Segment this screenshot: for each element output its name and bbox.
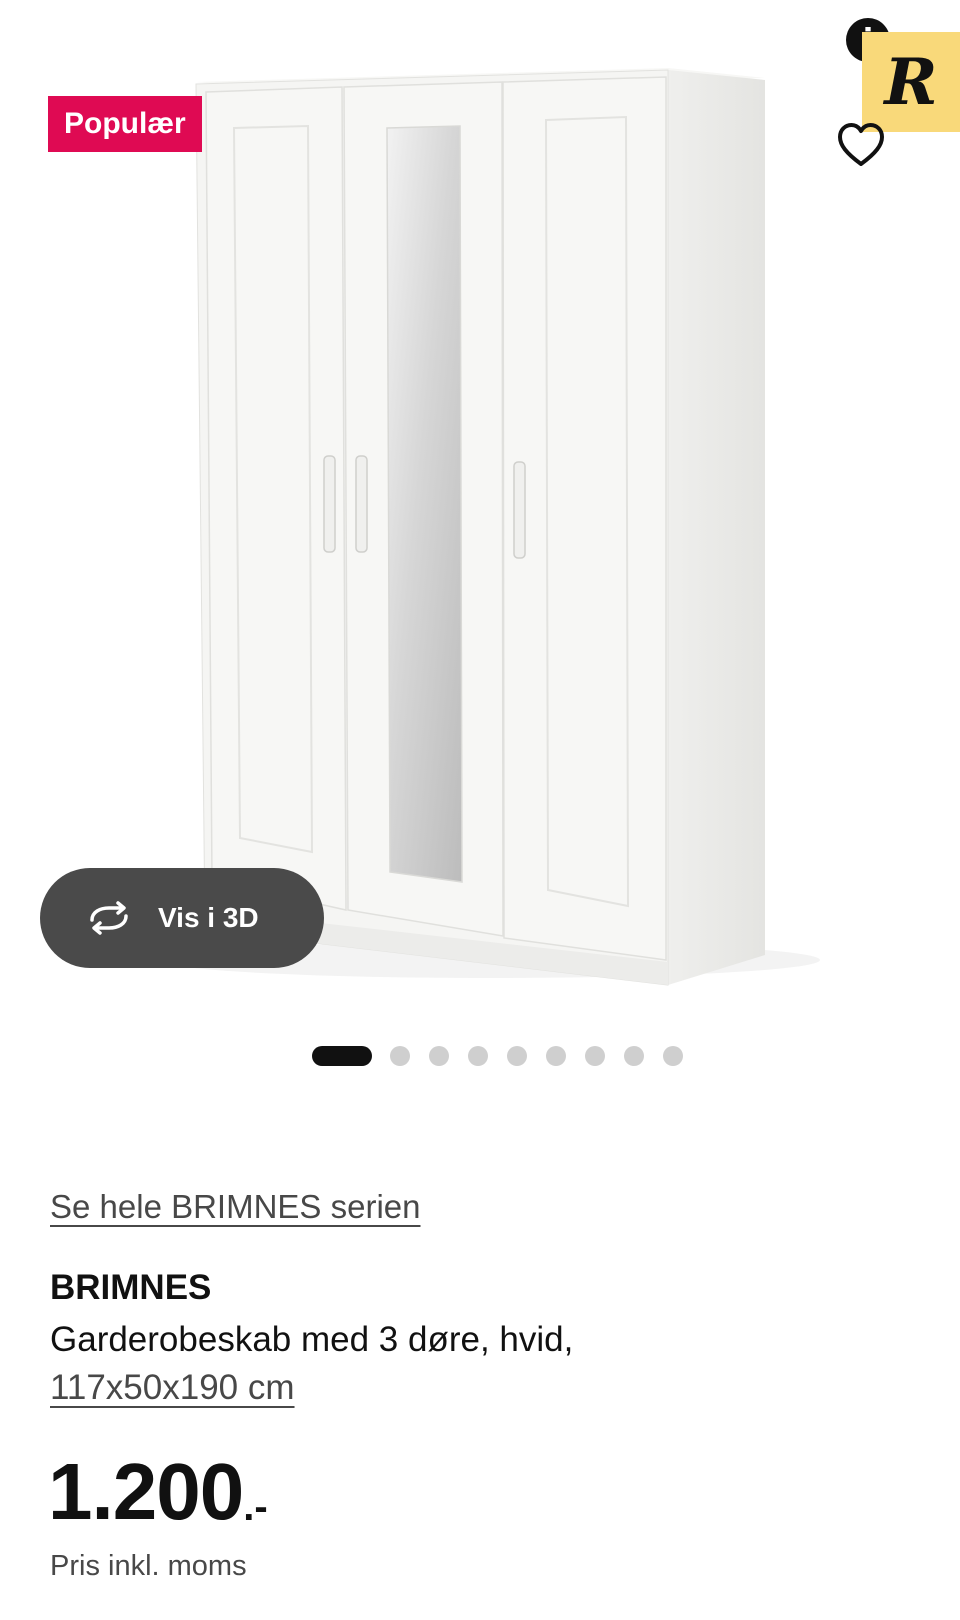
product-image-gallery[interactable]: Populær i R Vis i 3D [0,0,960,1066]
price-suffix: .- [243,1485,268,1529]
slide-dot[interactable] [390,1046,410,1066]
slide-dot[interactable] [507,1046,527,1066]
slide-dot-active[interactable] [312,1046,372,1066]
product-description: Garderobeskab med 3 døre, hvid, [50,1320,574,1359]
price: 1.200 .- [48,1452,268,1532]
slide-dot[interactable] [663,1046,683,1066]
slide-indicator[interactable] [312,1046,702,1066]
product-size-link[interactable]: 117x50x190 cm [50,1364,295,1412]
slide-dot[interactable] [585,1046,605,1066]
slide-dot[interactable] [546,1046,566,1066]
vat-note: Pris inkl. moms [50,1550,247,1582]
popular-badge-label: Populær [64,107,186,140]
product-description-block: Garderobeskab med 3 døre, hvid, 117x50x1… [50,1316,910,1412]
ad-logo[interactable]: R [862,32,960,132]
price-value: 1.200 [48,1447,244,1536]
slide-dot[interactable] [429,1046,449,1066]
view-in-3d-label: Vis i 3D [158,902,259,933]
rotate-3d-icon [90,901,128,935]
favorite-button[interactable] [836,120,886,170]
series-link[interactable]: Se hele BRIMNES serien [50,1188,421,1226]
ad-logo-letter: R [884,44,938,120]
heart-icon [838,123,884,166]
slide-dot[interactable] [468,1046,488,1066]
popular-badge: Populær [48,96,202,152]
slide-dot[interactable] [624,1046,644,1066]
product-name: BRIMNES [50,1268,212,1307]
view-in-3d-button[interactable]: Vis i 3D [40,868,324,968]
